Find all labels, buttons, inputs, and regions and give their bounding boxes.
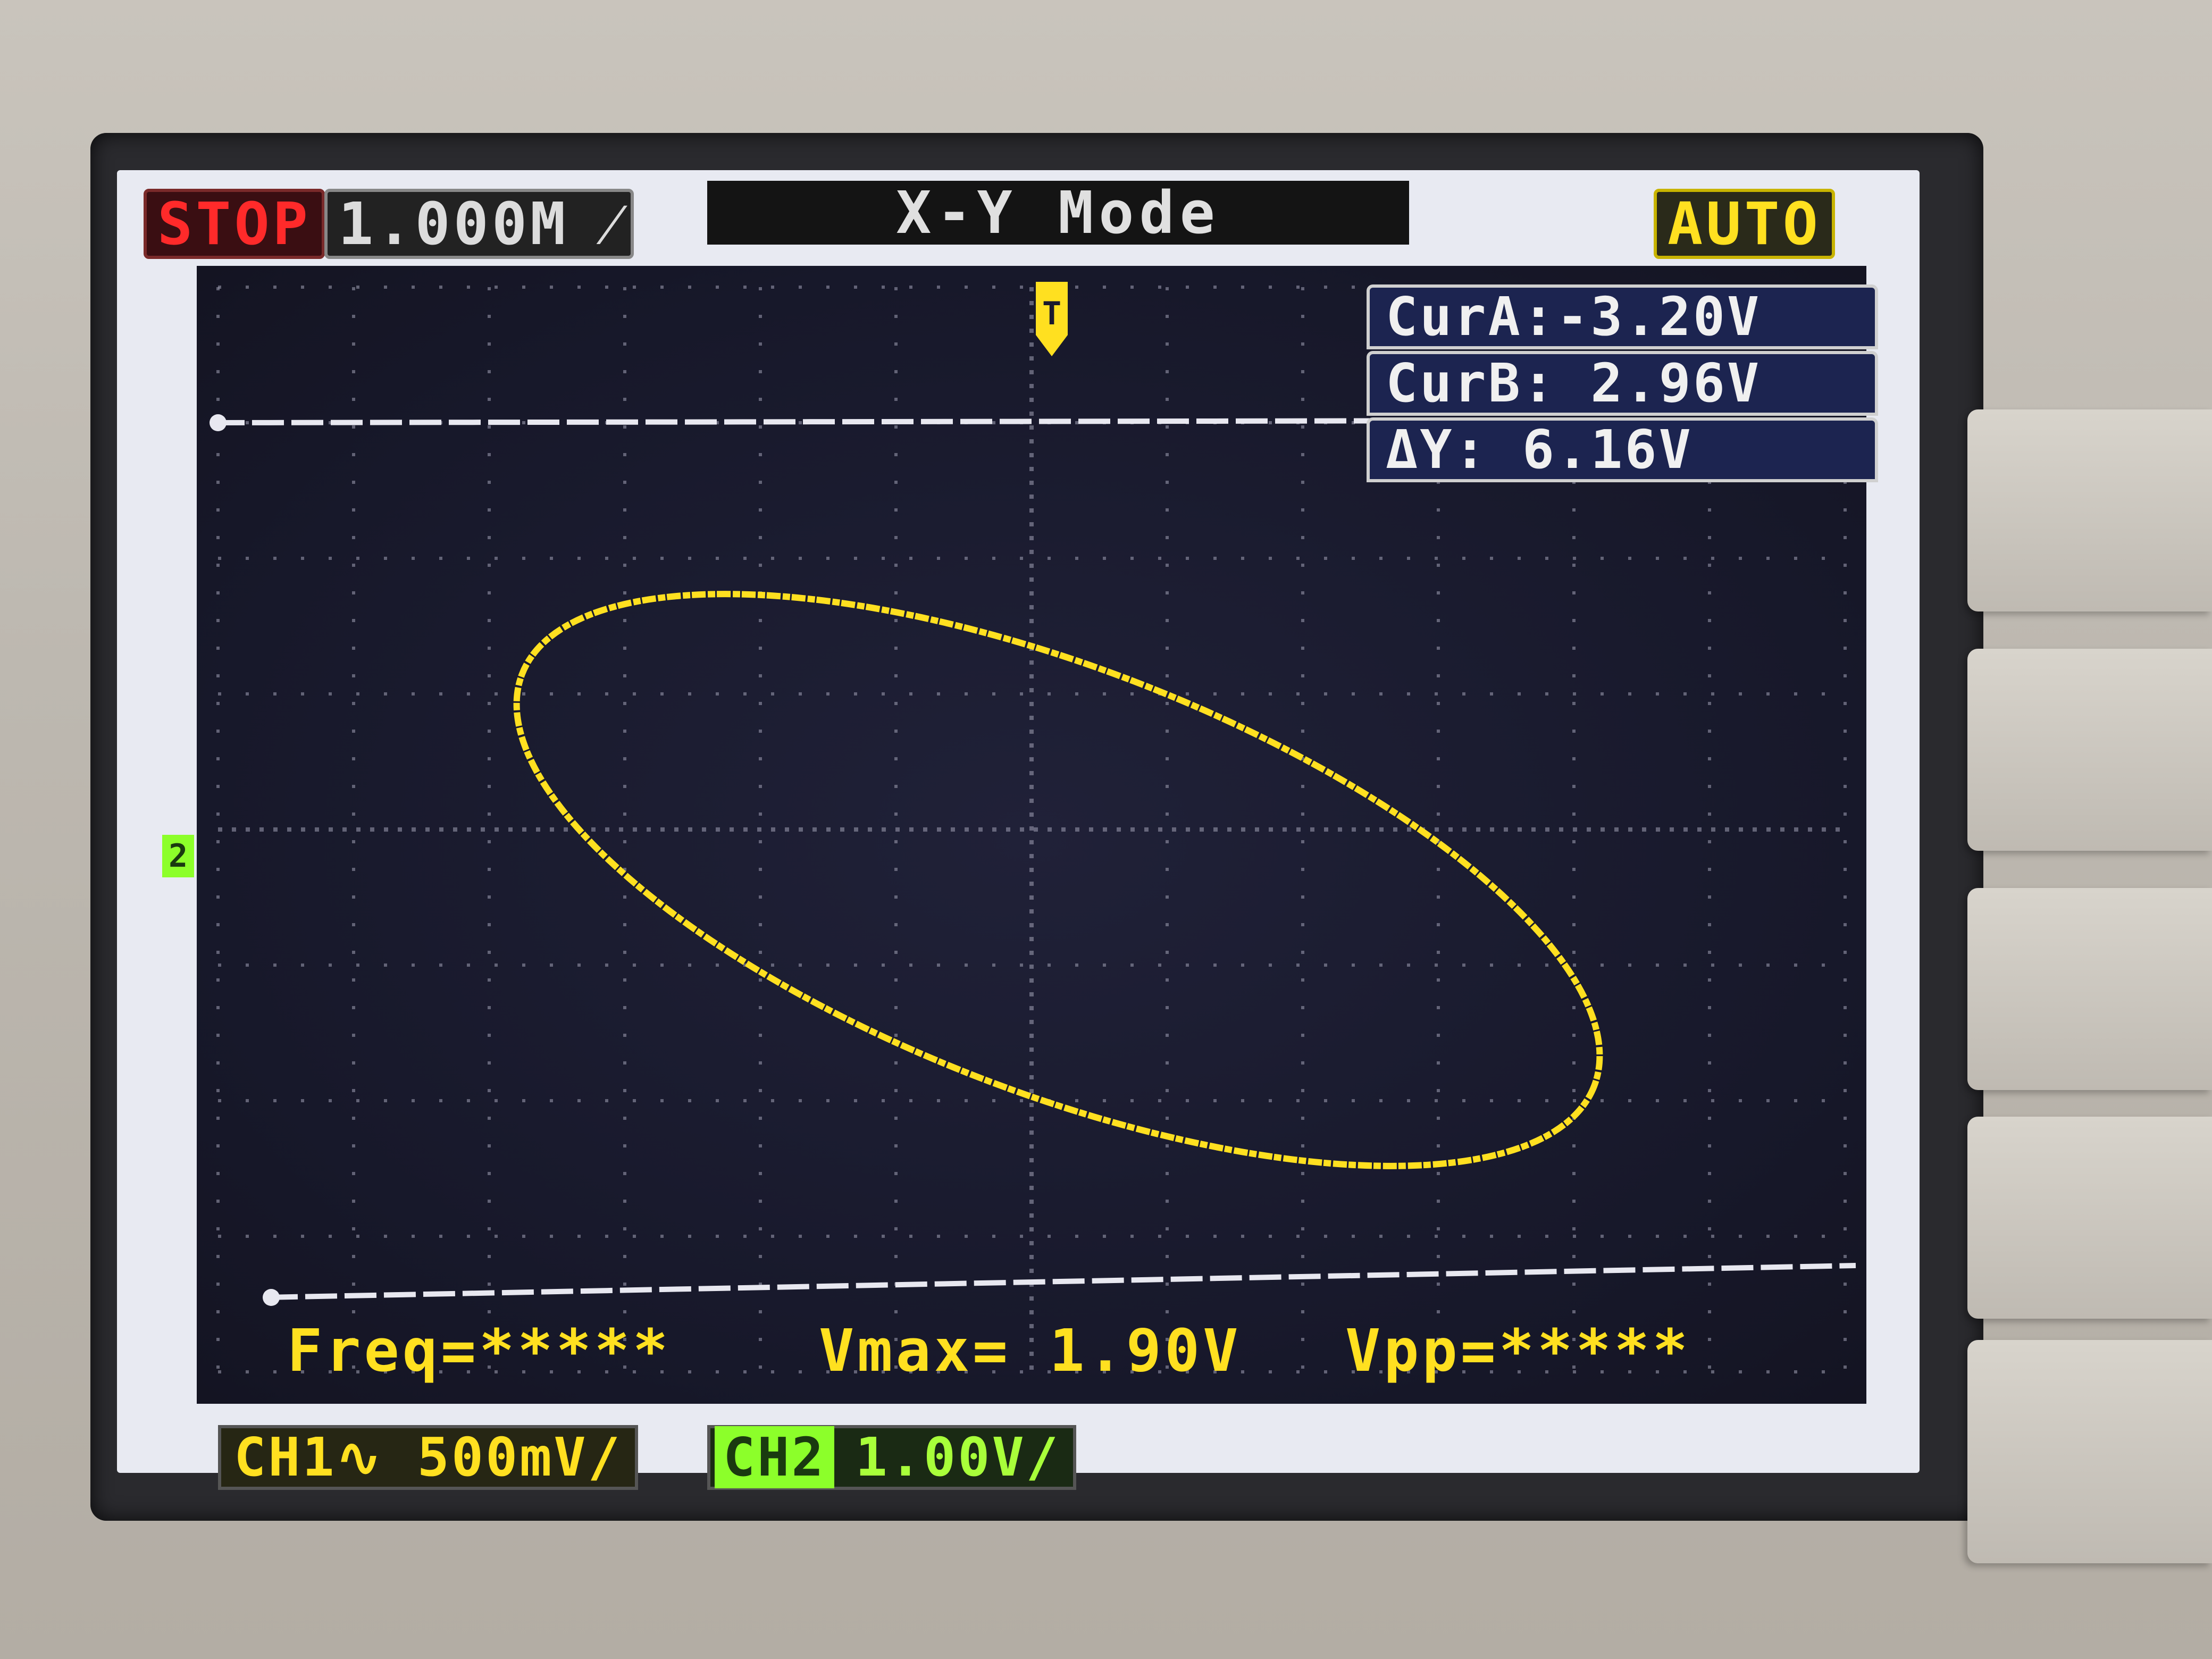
vpp-measurement: Vpp=***** — [1345, 1317, 1691, 1385]
trigger-marker-icon: T — [1036, 282, 1068, 356]
ch2-tag: CH2 — [715, 1426, 834, 1488]
cursor-b-handle-left[interactable] — [263, 1289, 280, 1306]
cursor-b-line[interactable] — [265, 1263, 1856, 1300]
trigger-marker-label: T — [1042, 295, 1061, 332]
softkey-1[interactable] — [1967, 409, 2212, 611]
ch2-ground-marker: 2 — [162, 835, 194, 877]
timebase-readout: 1.000M ⁄ — [324, 189, 634, 259]
ch2-scale-readout[interactable]: CH2 1.00V/ — [707, 1425, 1076, 1490]
softkey-3[interactable] — [1967, 888, 2212, 1090]
frequency-measurement: Freq=***** — [287, 1317, 672, 1385]
cursor-a-handle-left[interactable] — [210, 414, 227, 431]
ch1-scale-readout[interactable]: CH1∿ 500mV/ — [218, 1425, 638, 1490]
cursor-a-readout: CurA:-3.20V — [1367, 284, 1878, 349]
mode-title: X-Y Mode — [707, 181, 1409, 245]
trigger-mode-indicator[interactable]: AUTO — [1654, 189, 1835, 259]
delta-y-readout: ΔY: 6.16V — [1367, 417, 1878, 482]
softkey-2[interactable] — [1967, 649, 2212, 851]
xy-trace — [513, 591, 1603, 1169]
run-stop-indicator[interactable]: STOP — [144, 189, 325, 259]
ch2-scale-value: 1.00V/ — [855, 1426, 1060, 1488]
softkey-4[interactable] — [1967, 1117, 2212, 1319]
softkey-5[interactable] — [1967, 1340, 2212, 1563]
vmax-measurement: Vmax= 1.90V — [819, 1317, 1242, 1385]
cursor-b-readout: CurB: 2.96V — [1367, 351, 1878, 416]
